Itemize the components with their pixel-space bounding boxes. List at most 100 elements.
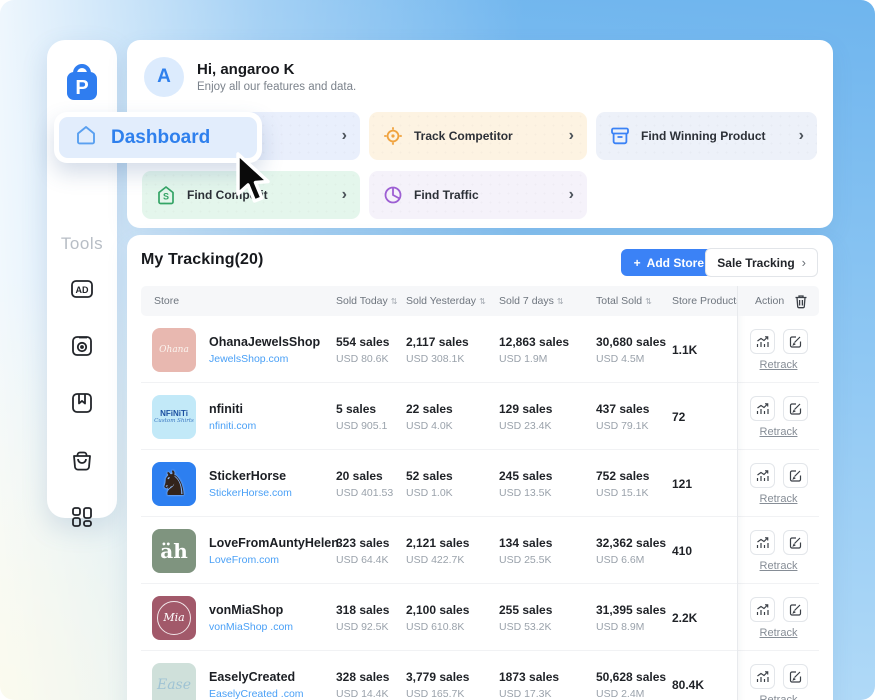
edit-button[interactable] [783,530,808,555]
store-products-count: 410 [672,544,737,558]
tracker-icon[interactable] [69,333,95,359]
edit-button[interactable] [783,664,808,689]
feature-card-find-competitor[interactable]: S Find Competit › [142,171,360,219]
store-name: LoveFromAuntyHelen [209,536,339,550]
store-domain-link[interactable]: JewelsShop.com [209,353,320,365]
horse-logo-icon: ♞ [159,467,189,501]
table-row: äh LoveFromAuntyHelen LoveFrom.com 323 s… [141,517,819,584]
store-products-count: 1.1K [672,343,737,357]
chevron-right-icon: › [569,187,574,203]
store-name: OhanaJewelsShop [209,335,320,349]
feature-label: Find Winning Product [641,129,789,143]
dashboard-nav-popup: Dashboard [54,112,262,163]
screen: P Tools AD A Hi, angaroo K [0,0,875,700]
sale-tracking-button[interactable]: Sale Tracking › [705,248,818,277]
greeting-block: A Hi, angaroo K Enjoy all our features a… [144,57,356,97]
retrack-link[interactable]: Retrack [760,627,798,639]
store-logo: ♞ [152,462,196,506]
sort-icon: ⇅ [479,297,485,306]
tools-section-label: Tools [61,234,103,254]
retrack-link[interactable]: Retrack [760,426,798,438]
table-row: Mia vonMiaShop vonMiaShop .com 318 sales… [141,584,819,651]
target-icon [382,125,404,147]
add-store-button[interactable]: + Add Store [621,249,717,276]
chevron-right-icon: › [799,128,804,144]
sort-icon: ⇅ [557,297,563,306]
bookmark-icon[interactable] [69,390,95,416]
edit-button[interactable] [783,396,808,421]
sidebar-icon-nav: AD [69,276,95,530]
sort-icon: ⇅ [645,297,651,306]
svg-text:AD: AD [76,285,89,295]
trash-icon[interactable] [794,294,808,309]
table-row: Ohana OhanaJewelsShop JewelsShop.com 554… [141,316,819,383]
shopify-store-icon: S [155,184,177,206]
chart-button[interactable] [750,530,775,555]
store-name: nfiniti [209,402,256,416]
feature-card-find-traffic[interactable]: Find Traffic › [369,171,587,219]
column-action: Action [755,295,784,307]
column-total-sold[interactable]: Total Sold⇅ [596,295,672,307]
store-logo: Ohana [152,328,196,372]
column-store-products[interactable]: Store Products [672,295,737,307]
my-tracking-card: My Tracking(20) + Add Store Sale Trackin… [127,235,833,700]
store-logo: äh [152,529,196,573]
store-logo: NFiNiTiCustom Shirts [152,395,196,439]
store-logo: Mia [152,596,196,640]
shop-bag-icon[interactable] [69,447,95,473]
app-logo-icon[interactable]: P [58,58,106,106]
store-domain-link[interactable]: StickerHorse.com [209,487,292,499]
table-header-row: Store Sold Today⇅ Sold Yesterday⇅ Sold 7… [141,286,819,316]
store-products-count: 80.4K [672,678,737,692]
chevron-right-icon: › [342,128,347,144]
store-domain-link[interactable]: EaselyCreated .com [209,688,304,700]
sidebar-item-dashboard[interactable]: Dashboard [59,117,257,158]
table-row: ♞ StickerHorse StickerHorse.com 20 sales… [141,450,819,517]
edit-button[interactable] [783,329,808,354]
greeting-title: Hi, angaroo K [197,61,356,78]
chart-button[interactable] [750,329,775,354]
svg-text:P: P [75,77,88,99]
feature-card-find-winning-product[interactable]: Find Winning Product › [596,112,817,160]
store-products-count: 72 [672,410,737,424]
store-name: vonMiaShop [209,603,293,617]
feature-label: Find Competit [187,188,332,202]
column-sold-7-days[interactable]: Sold 7 days⇅ [499,295,596,307]
table-row: Ease EaselyCreated EaselyCreated .com 32… [141,651,819,700]
edit-button[interactable] [783,597,808,622]
avatar[interactable]: A [144,57,184,97]
tracking-title: My Tracking(20) [141,251,263,268]
ads-icon[interactable]: AD [69,276,95,302]
home-icon [74,123,98,152]
chevron-right-icon: › [342,187,347,203]
dashboard-label: Dashboard [111,127,210,149]
svg-text:S: S [163,192,169,202]
apps-grid-icon[interactable] [69,504,95,530]
tracking-table: Store Sold Today⇅ Sold Yesterday⇅ Sold 7… [141,286,819,700]
retrack-link[interactable]: Retrack [760,694,798,700]
chart-button[interactable] [750,664,775,689]
store-name: EaselyCreated [209,670,304,684]
product-box-icon [609,125,631,147]
store-products-count: 2.2K [672,611,737,625]
feature-card-track-competitor[interactable]: Track Competitor › [369,112,587,160]
greeting-subtitle: Enjoy all our features and data. [197,81,356,93]
retrack-link[interactable]: Retrack [760,359,798,371]
chevron-right-icon: › [802,255,806,270]
chart-button[interactable] [750,597,775,622]
edit-button[interactable] [783,463,808,488]
chart-button[interactable] [750,463,775,488]
column-store: Store [141,295,336,307]
tracking-header: My Tracking(20) + Add Store Sale Trackin… [127,235,833,286]
column-sold-yesterday[interactable]: Sold Yesterday⇅ [406,295,499,307]
retrack-link[interactable]: Retrack [760,493,798,505]
pie-chart-icon [382,184,404,206]
sort-icon: ⇅ [391,297,397,306]
retrack-link[interactable]: Retrack [760,560,798,572]
store-logo: Ease [152,663,196,700]
column-sold-today[interactable]: Sold Today⇅ [336,295,406,307]
store-domain-link[interactable]: LoveFrom.com [209,554,339,566]
store-domain-link[interactable]: vonMiaShop .com [209,621,293,633]
store-domain-link[interactable]: nfiniti.com [209,420,256,432]
chart-button[interactable] [750,396,775,421]
